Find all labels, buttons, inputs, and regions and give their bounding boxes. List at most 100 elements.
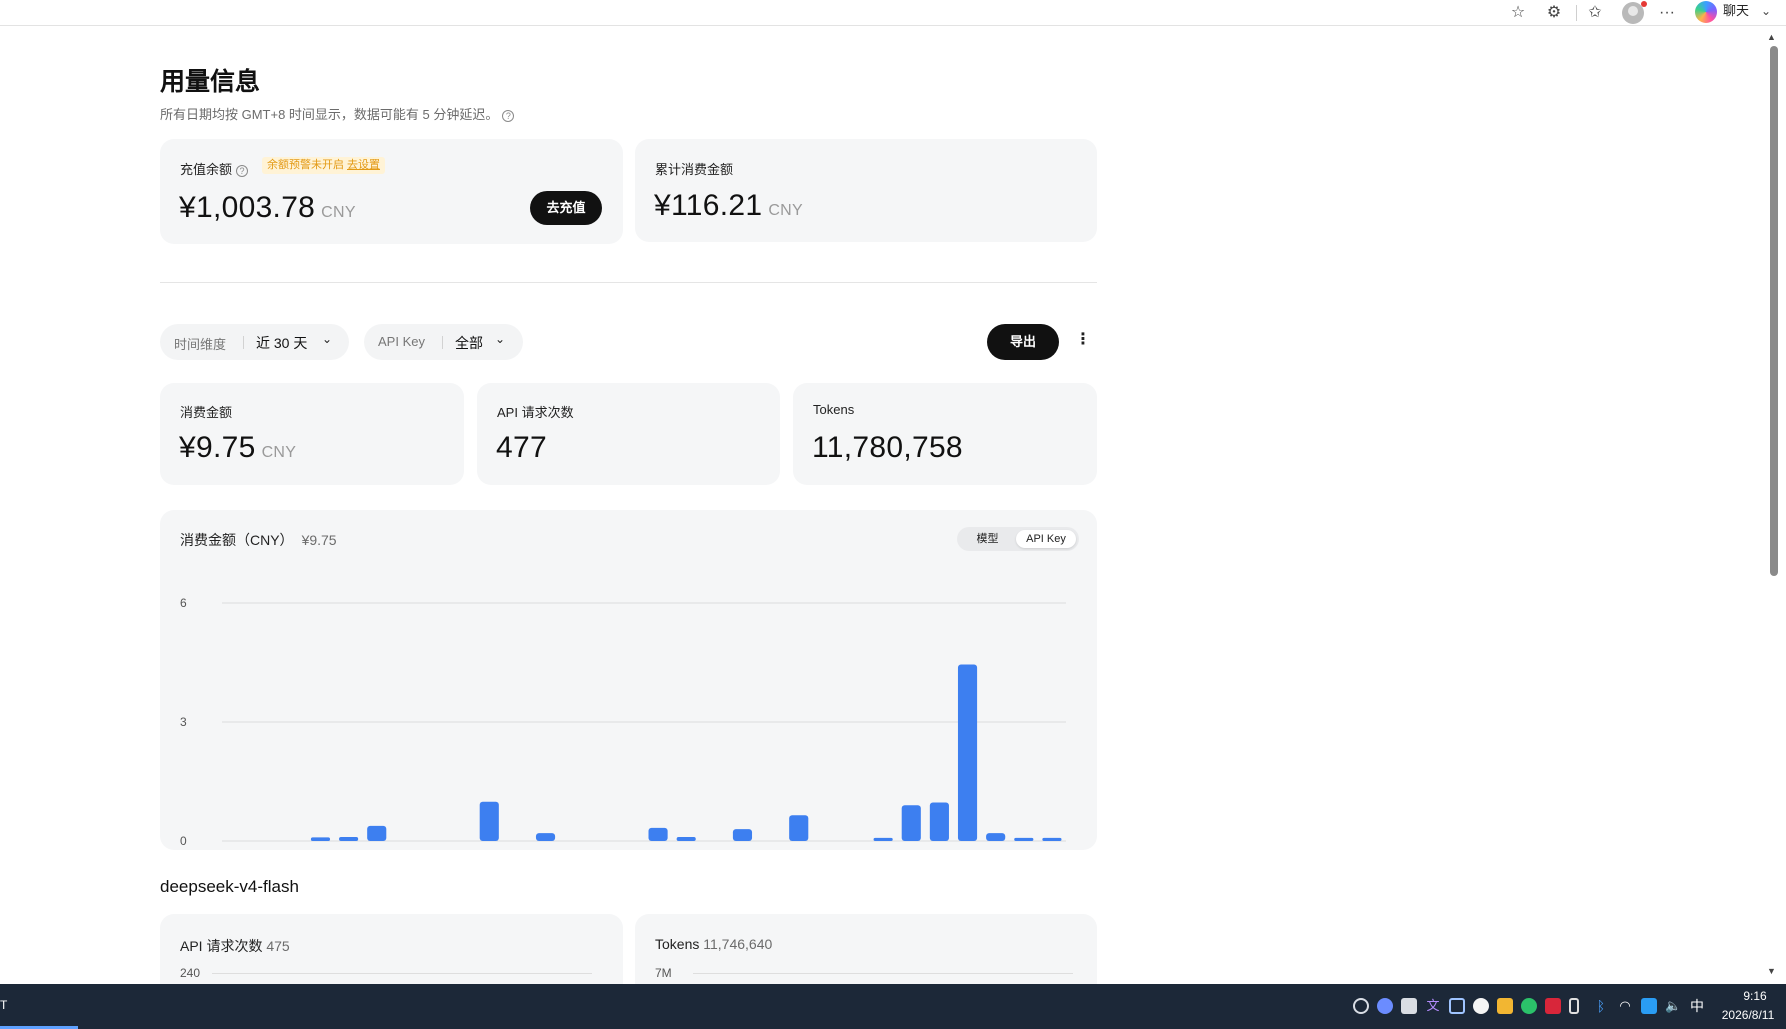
- taskbar-time[interactable]: 9:16: [1730, 989, 1780, 1003]
- bar-7-29[interactable]: [676, 837, 696, 841]
- assistant-tray-icon[interactable]: [1377, 998, 1393, 1014]
- bar-8-2[interactable]: [789, 815, 809, 841]
- requests-stat-card: API 请求次数 477: [477, 383, 780, 485]
- balance-label-text: 充值余额: [180, 162, 233, 177]
- bluetooth-tray-icon[interactable]: ᛒ: [1593, 998, 1609, 1014]
- total-spend-value: ¥116.21: [654, 189, 763, 222]
- taskbar-date[interactable]: 2026/8/11: [1712, 1008, 1784, 1022]
- windows-taskbar: T 文 ᛒ ◠ 🔈 中 9:16 2026/8/11: [0, 984, 1786, 1029]
- help-icon[interactable]: ?: [502, 109, 515, 122]
- time-range-value: 近 30 天: [256, 335, 308, 351]
- balance-amount-value: ¥1,003.78: [179, 191, 316, 224]
- display-tray-icon[interactable]: [1449, 998, 1465, 1014]
- chevron-down-icon: ⌄: [322, 332, 333, 346]
- page-title: 用量信息: [160, 68, 261, 96]
- balance-warning-badge: 余额预警未开启 去设置: [262, 157, 385, 174]
- notepad-tray-icon[interactable]: [1401, 998, 1417, 1014]
- more-options-icon[interactable]: ⋮: [1075, 331, 1091, 349]
- bar-7-18[interactable]: [367, 825, 387, 841]
- bar-8-8[interactable]: [957, 664, 978, 841]
- model-section-title: deepseek-v4-flash: [160, 877, 299, 896]
- filter-separator: [442, 336, 443, 349]
- bar-7-31[interactable]: [732, 829, 753, 841]
- tokens-stat-value: 11,780,758: [812, 431, 963, 464]
- bar-7-24[interactable]: [535, 833, 556, 841]
- spend-chart-card: 消费金额（CNY）¥9.75 模型 API Key 0367/137/238/1…: [160, 510, 1097, 850]
- usage-page: 用量信息 所有日期均按 GMT+8 时间显示，数据可能有 5 分钟延迟。? 充值…: [0, 26, 1764, 984]
- qq-tray-icon[interactable]: [1473, 998, 1489, 1014]
- translate-tray-icon[interactable]: 文: [1425, 998, 1441, 1014]
- balance-label: 充值余额?: [180, 159, 249, 178]
- model-tokens-title: Tokens 11,746,640: [655, 936, 772, 952]
- bar-7-16[interactable]: [310, 837, 331, 841]
- favorites-icon[interactable]: ✩: [1585, 3, 1605, 23]
- copilot-icon[interactable]: [1695, 1, 1717, 23]
- scrollbar-thumb[interactable]: [1770, 46, 1778, 576]
- warning-settings-link[interactable]: 去设置: [347, 159, 380, 171]
- tokens-stat-card: Tokens 11,780,758: [793, 383, 1097, 485]
- balance-amount: ¥1,003.78 CNY: [179, 191, 356, 225]
- scroll-down-icon[interactable]: ▼: [1767, 966, 1776, 976]
- model-tokens-gridline: [693, 973, 1073, 974]
- bar-7-28[interactable]: [648, 827, 668, 841]
- spend-stat-amount: ¥9.75 CNY: [179, 431, 296, 465]
- balance-card: 充值余额? 余额预警未开启 去设置 ¥1,003.78 CNY 去充值: [160, 139, 623, 244]
- model-requests-title: API 请求次数 475: [180, 936, 290, 956]
- model-requests-card: API 请求次数 475 240: [160, 914, 623, 984]
- filter-separator: [243, 336, 244, 349]
- x-tick-label: 8/11: [1041, 848, 1064, 850]
- time-range-filter[interactable]: 时间维度 近 30 天 ⌄: [160, 324, 349, 360]
- bar-7-17[interactable]: [339, 837, 359, 841]
- chatgpt-tray-icon[interactable]: [1353, 998, 1369, 1014]
- app-tray-icon[interactable]: [1545, 998, 1561, 1014]
- total-spend-amount: ¥116.21 CNY: [654, 189, 803, 223]
- extensions-icon[interactable]: ⚙: [1544, 3, 1564, 23]
- chevron-down-icon: ⌄: [495, 332, 506, 346]
- network-tray-icon[interactable]: [1641, 998, 1657, 1014]
- input-method-indicator[interactable]: 中: [1690, 996, 1704, 1016]
- page-subtitle: 所有日期均按 GMT+8 时间显示，数据可能有 5 分钟延迟。?: [160, 104, 515, 123]
- wechat-tray-icon[interactable]: [1521, 998, 1537, 1014]
- star-icon[interactable]: ☆: [1508, 3, 1528, 23]
- more-icon[interactable]: ···: [1657, 3, 1677, 23]
- total-spend-unit: CNY: [768, 202, 804, 219]
- browser-toolbar: ☆ ⚙ ✩ ··· 聊天 ⌄: [0, 0, 1786, 26]
- topup-button[interactable]: 去充值: [530, 191, 602, 225]
- usb-tray-icon[interactable]: [1569, 998, 1579, 1014]
- model-tokens-axis-top: 7M: [655, 966, 672, 980]
- bar-8-9[interactable]: [986, 833, 1006, 841]
- total-spend-card: 累计消费金额 ¥116.21 CNY: [635, 139, 1097, 242]
- bar-8-5[interactable]: [873, 837, 893, 841]
- x-tick-label: 8/1: [762, 848, 779, 850]
- toolbar-divider: [1576, 5, 1577, 21]
- model-requests-axis-top: 240: [180, 966, 201, 980]
- chat-label[interactable]: 聊天: [1723, 1, 1749, 21]
- time-range-label: 时间维度: [174, 337, 227, 352]
- bar-8-6[interactable]: [901, 805, 921, 841]
- security-tray-icon[interactable]: [1497, 998, 1513, 1014]
- tokens-stat-label: Tokens: [813, 402, 855, 417]
- bar-8-10[interactable]: [1014, 837, 1034, 841]
- spend-stat-value: ¥9.75: [179, 431, 256, 464]
- bar-8-11[interactable]: [1042, 837, 1062, 841]
- balance-help-icon[interactable]: ?: [236, 164, 249, 177]
- export-button[interactable]: 导出: [987, 324, 1059, 360]
- volume-tray-icon[interactable]: 🔈: [1665, 998, 1681, 1014]
- model-tokens-label: Tokens: [655, 936, 700, 952]
- y-tick-label: 0: [180, 834, 187, 848]
- apikey-filter-label: API Key: [378, 334, 425, 349]
- wifi-tray-icon[interactable]: ◠: [1617, 998, 1633, 1014]
- model-requests-value: 475: [266, 938, 290, 954]
- chevron-down-icon[interactable]: ⌄: [1761, 1, 1771, 21]
- taskbar-app-label[interactable]: T: [0, 998, 7, 1012]
- requests-stat-label: API 请求次数: [497, 405, 574, 420]
- bar-8-7[interactable]: [929, 802, 949, 841]
- requests-stat-value: 477: [496, 431, 547, 464]
- x-tick-label: 7/23: [506, 848, 530, 850]
- bar-7-22[interactable]: [479, 801, 499, 841]
- apikey-filter[interactable]: API Key 全部 ⌄: [364, 324, 523, 360]
- model-tokens-card: Tokens 11,746,640 7M: [635, 914, 1097, 984]
- total-spend-label: 累计消费金额: [655, 162, 734, 177]
- scroll-up-icon[interactable]: ▲: [1767, 32, 1776, 42]
- balance-warning-text: 余额预警未开启: [267, 159, 344, 171]
